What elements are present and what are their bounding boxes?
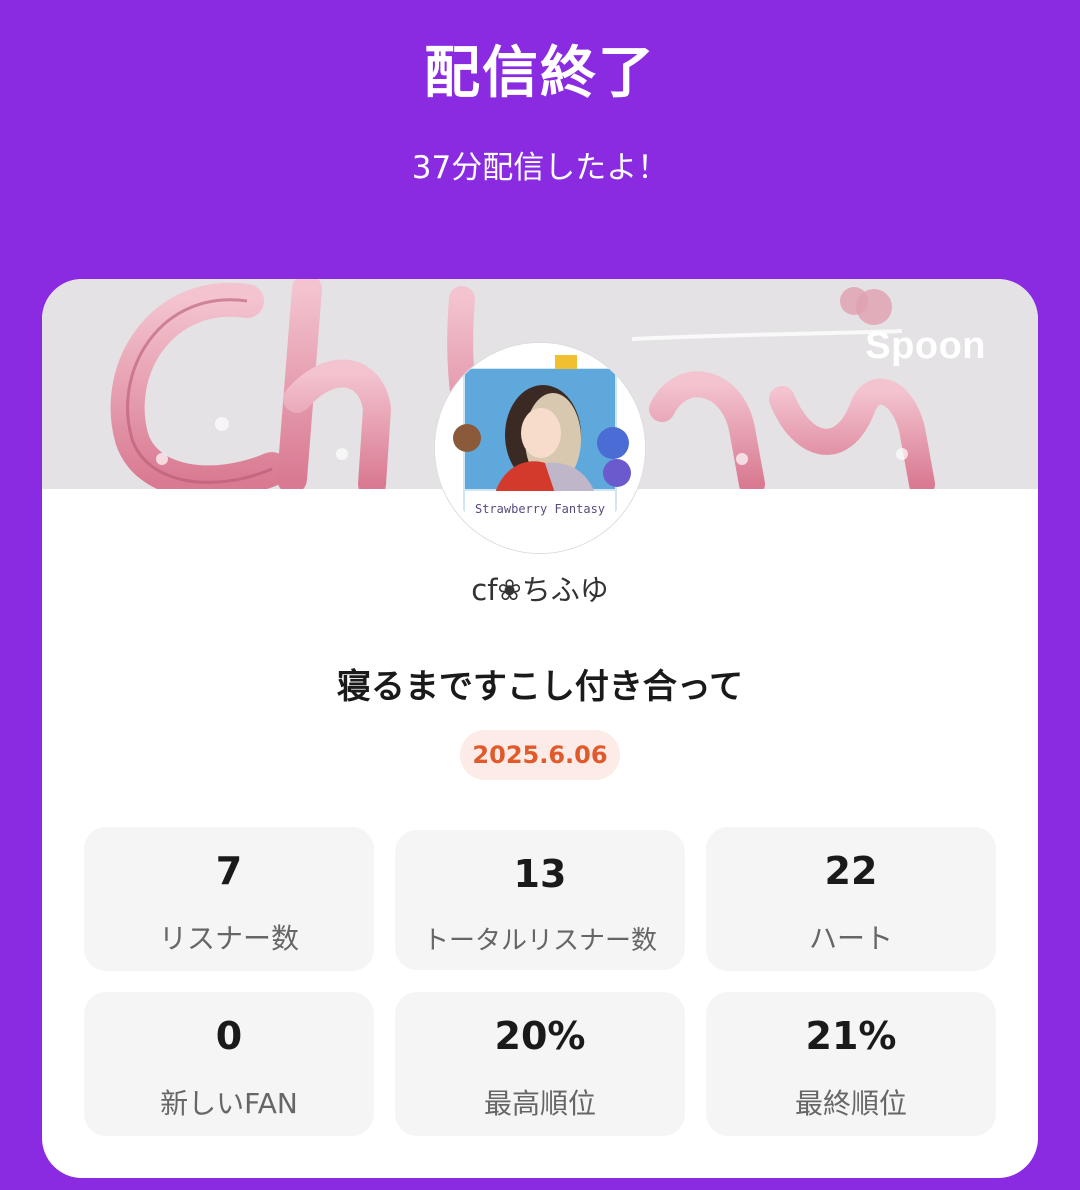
stat-label: 新しいFAN [160,1087,298,1120]
spoon-logo: Spoon [865,325,986,367]
stat-value: 21% [805,1014,897,1058]
date-badge: 2025.6.06 [460,730,620,780]
stat-label: リスナー数 [158,922,299,955]
stat-label: 最高順位 [483,1087,596,1120]
stat-value: 0 [215,1014,243,1058]
avatar[interactable]: Strawberry Fantasy [435,343,645,553]
stat-value: 22 [824,849,878,893]
stat-listeners: 7 リスナー数 [84,827,374,971]
stat-final-rank: 21% 最終順位 [706,992,996,1136]
stat-total-listeners: 13 トータルリスナー数 [395,830,685,970]
username: cf❀ちふゆ [471,573,609,607]
stat-label: ハート [808,922,893,955]
stat-value: 20% [494,1014,586,1058]
summary-card: Spoon Strawberry Fantasy cf❀ちふゆ 寝るまですこし付… [42,279,1038,1178]
duration-subtitle: 37分配信したよ！ [411,150,669,186]
stat-highest-rank: 20% 最高順位 [395,992,685,1136]
page-title: 配信終了 [424,41,656,106]
stat-label: 最終順位 [794,1087,907,1120]
stat-hearts: 22 ハート [706,827,996,971]
stat-value: 13 [513,852,567,896]
svg-text:Strawberry Fantasy: Strawberry Fantasy [475,502,605,516]
stat-value: 7 [215,849,243,893]
avatar-icon: Strawberry Fantasy [435,343,645,553]
live-title: 寝るまですこし付き合って [336,667,744,707]
stat-new-fans: 0 新しいFAN [84,992,374,1136]
stat-label: トータルリスナー数 [422,926,657,956]
